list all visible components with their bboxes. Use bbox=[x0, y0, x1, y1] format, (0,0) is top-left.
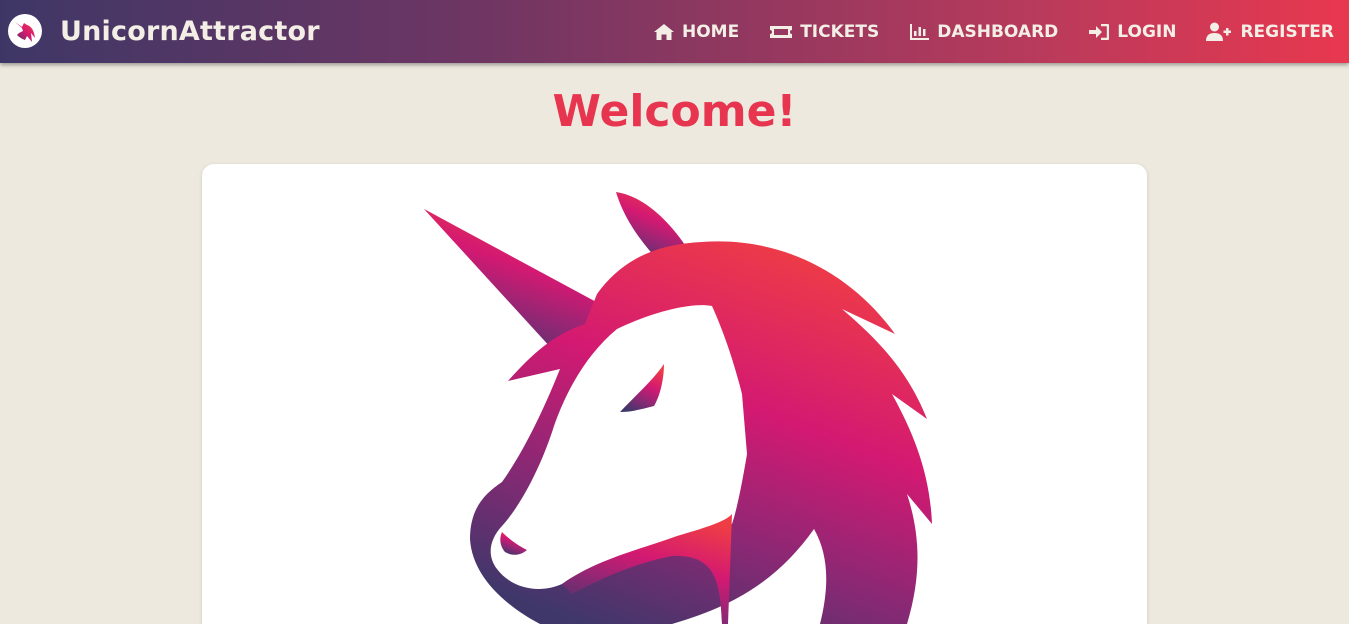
ticket-icon bbox=[770, 25, 793, 38]
unicorn-icon bbox=[8, 14, 42, 48]
nav-login[interactable]: LOGIN bbox=[1088, 22, 1176, 42]
nav-tickets-label: TICKETS bbox=[800, 21, 880, 42]
nav-tickets[interactable]: TICKETS bbox=[769, 22, 879, 42]
page-title: Welcome! bbox=[552, 86, 797, 137]
hero-card bbox=[202, 164, 1147, 624]
sign-in-icon bbox=[1089, 23, 1110, 40]
unicorn-icon bbox=[424, 192, 932, 624]
user-plus-icon bbox=[1206, 22, 1232, 41]
nav-register[interactable]: REGISTER bbox=[1206, 22, 1334, 42]
brand-title: UnicornAttractor bbox=[60, 15, 320, 47]
home-icon bbox=[653, 23, 674, 40]
nav-login-label: LOGIN bbox=[1117, 21, 1177, 42]
nav-dashboard-label: DASHBOARD bbox=[937, 21, 1059, 42]
nav-home-label: HOME bbox=[681, 21, 740, 42]
top-navbar: UnicornAttractor HOME TICKETS DASHBOARD … bbox=[0, 0, 1349, 63]
nav-links: HOME TICKETS DASHBOARD LOGIN REGISTER bbox=[623, 0, 1334, 63]
bar-chart-icon bbox=[910, 23, 930, 40]
nav-dashboard[interactable]: DASHBOARD bbox=[909, 22, 1058, 42]
nav-home[interactable]: HOME bbox=[653, 22, 739, 42]
nav-register-label: REGISTER bbox=[1240, 21, 1334, 42]
brand-link[interactable]: UnicornAttractor bbox=[8, 14, 320, 48]
